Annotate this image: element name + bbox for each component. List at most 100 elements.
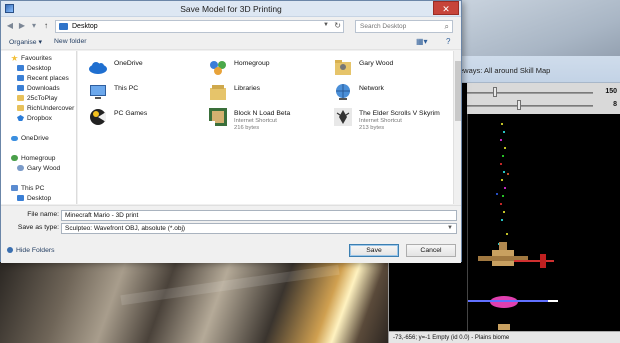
cancel-button[interactable]: Cancel xyxy=(406,244,456,257)
file-item-libraries[interactable]: Libraries xyxy=(208,82,328,106)
nav-scrollbar[interactable] xyxy=(453,51,461,204)
dialog-title: Save Model for 3D Printing xyxy=(180,4,282,14)
desktop-icon xyxy=(17,65,24,71)
file-item-onedrive[interactable]: OneDrive xyxy=(88,57,208,81)
mario-figure xyxy=(478,242,554,268)
collapse-icon xyxy=(7,247,13,253)
homegroup-icon xyxy=(11,155,18,161)
nav-label: Desktop xyxy=(27,65,52,72)
map-window-title: eways: All around Skill Map xyxy=(459,66,551,75)
nav-item-favourites[interactable]: Favourites xyxy=(11,55,52,64)
computer-icon xyxy=(90,85,106,99)
nav-item-homegroup[interactable]: Homegroup xyxy=(11,155,55,164)
nav-item-gary-wood[interactable]: Gary Wood xyxy=(17,165,60,174)
map-render xyxy=(468,123,558,330)
save-type-select[interactable]: Sculpteo: Wavefront OBJ, absolute (*.obj… xyxy=(61,223,457,234)
file-name: Gary Wood xyxy=(359,60,394,67)
help-icon[interactable]: ? xyxy=(446,37,450,46)
scroll-thumb[interactable] xyxy=(455,61,461,121)
nav-label: Downloads xyxy=(27,85,60,92)
navigation-pane[interactable]: Favourites Desktop Recent places Downloa… xyxy=(1,51,77,204)
nav-item-onedrive[interactable]: OneDrive xyxy=(11,135,49,144)
file-item-gary-wood[interactable]: Gary Wood xyxy=(333,57,453,81)
save-form: File name: Save as type: Sculpteo: Wavef… xyxy=(1,205,461,263)
pc-games-icon xyxy=(90,109,106,125)
nav-item-dropbox[interactable]: Dropbox xyxy=(17,115,52,124)
file-item-homegroup[interactable]: Homegroup xyxy=(208,57,328,81)
folder-icon xyxy=(17,95,24,101)
refresh-icon[interactable]: ↻ xyxy=(334,21,341,30)
slider-track xyxy=(467,92,593,94)
user-icon xyxy=(17,165,24,171)
dropbox-icon xyxy=(17,115,24,121)
search-input[interactable] xyxy=(356,21,438,32)
file-item-block-n-load[interactable]: Block N Load Beta Internet Shortcut 216 … xyxy=(208,107,328,131)
homegroup-icon xyxy=(210,61,226,75)
file-item-pc-games[interactable]: PC Games xyxy=(88,107,208,131)
path-box[interactable]: Desktop ▼ ↻ xyxy=(55,20,344,33)
file-size: 213 bytes xyxy=(359,125,385,131)
desktop-icon xyxy=(17,195,24,201)
nav-item-desktop-sub[interactable]: Desktop xyxy=(17,195,51,204)
cloud-icon xyxy=(89,62,107,74)
file-name: Network xyxy=(359,85,384,92)
nav-item-richundercover[interactable]: RichUndercover xyxy=(17,105,74,114)
dialog-titlebar[interactable]: Save Model for 3D Printing ✕ xyxy=(1,1,461,17)
nav-item-25ctoplay[interactable]: 25cToPlay xyxy=(17,95,57,104)
save-button[interactable]: Save xyxy=(349,244,399,257)
slider-value: 150 xyxy=(605,88,617,95)
nav-label: Recent places xyxy=(27,75,69,82)
nav-item-this-pc[interactable]: This PC xyxy=(11,185,44,194)
file-list[interactable]: OneDrive Homegroup Gary Wood This PC Lib… xyxy=(78,51,453,204)
search-box[interactable]: ⌕ xyxy=(355,20,453,33)
nav-label: Desktop xyxy=(27,195,52,202)
view-options-icon[interactable]: ▦▾ xyxy=(416,37,428,46)
file-name-input[interactable] xyxy=(61,210,457,221)
zoom-slider[interactable]: 150 xyxy=(461,87,620,98)
save-type-label: Save as type: xyxy=(17,224,59,231)
skyrim-shortcut-icon xyxy=(334,108,352,126)
nav-label: Gary Wood xyxy=(27,165,61,172)
path-text: Desktop xyxy=(72,23,98,30)
file-item-network[interactable]: Network xyxy=(333,82,453,106)
file-name: The Elder Scrolls V Skyrim xyxy=(359,110,440,117)
file-name: PC Games xyxy=(114,110,148,117)
slider-thumb[interactable] xyxy=(517,100,522,110)
file-name: Libraries xyxy=(234,85,261,92)
map-canvas[interactable] xyxy=(467,114,620,332)
hide-folders-button[interactable]: Hide Folders xyxy=(7,247,55,254)
nav-item-downloads[interactable]: Downloads xyxy=(17,85,60,94)
file-name-label: File name: xyxy=(27,211,59,218)
nav-label: Homegroup xyxy=(21,155,56,162)
file-name: This PC xyxy=(114,85,139,92)
toolbar: Organise ▾ New folder ▦▾ ? xyxy=(1,35,461,50)
nav-label: OneDrive xyxy=(21,135,49,142)
up-arrow-icon[interactable]: ↑ xyxy=(41,21,51,31)
nav-item-desktop[interactable]: Desktop xyxy=(17,65,51,74)
file-name: Homegroup xyxy=(234,60,270,67)
depth-slider[interactable]: 8 xyxy=(461,100,620,111)
cloud-icon xyxy=(11,136,18,141)
nav-item-recent-places[interactable]: Recent places xyxy=(17,75,69,84)
new-folder-button[interactable]: New folder xyxy=(54,38,87,45)
file-item-skyrim[interactable]: The Elder Scrolls V Skyrim Internet Shor… xyxy=(333,107,453,131)
save-dialog: Save Model for 3D Printing ✕ ◀ ▶ ▾ ↑ Des… xyxy=(0,0,462,263)
forward-arrow-icon[interactable]: ▶ xyxy=(17,21,27,31)
nav-label: This PC xyxy=(21,185,45,192)
bottom-marker xyxy=(498,324,510,330)
map-status-bar: -73,-656; y=-1 Empty (id 0.0) - Plains b… xyxy=(389,331,620,343)
search-icon[interactable]: ⌕ xyxy=(445,22,449,32)
recent-places-icon xyxy=(17,75,24,81)
file-item-this-pc[interactable]: This PC xyxy=(88,82,208,106)
organize-button[interactable]: Organise ▾ xyxy=(9,38,42,46)
nav-label: RichUndercover xyxy=(27,105,75,112)
file-type: Internet Shortcut xyxy=(359,118,402,124)
chevron-down-icon: ▼ xyxy=(447,225,453,231)
close-button[interactable]: ✕ xyxy=(433,1,459,15)
nav-label: Dropbox xyxy=(27,115,52,122)
history-dropdown-icon[interactable]: ▾ xyxy=(29,21,39,31)
back-arrow-icon[interactable]: ◀ xyxy=(5,21,15,31)
slider-thumb[interactable] xyxy=(493,87,498,97)
libraries-icon xyxy=(210,85,226,100)
path-dropdown-icon[interactable]: ▼ xyxy=(323,22,329,28)
